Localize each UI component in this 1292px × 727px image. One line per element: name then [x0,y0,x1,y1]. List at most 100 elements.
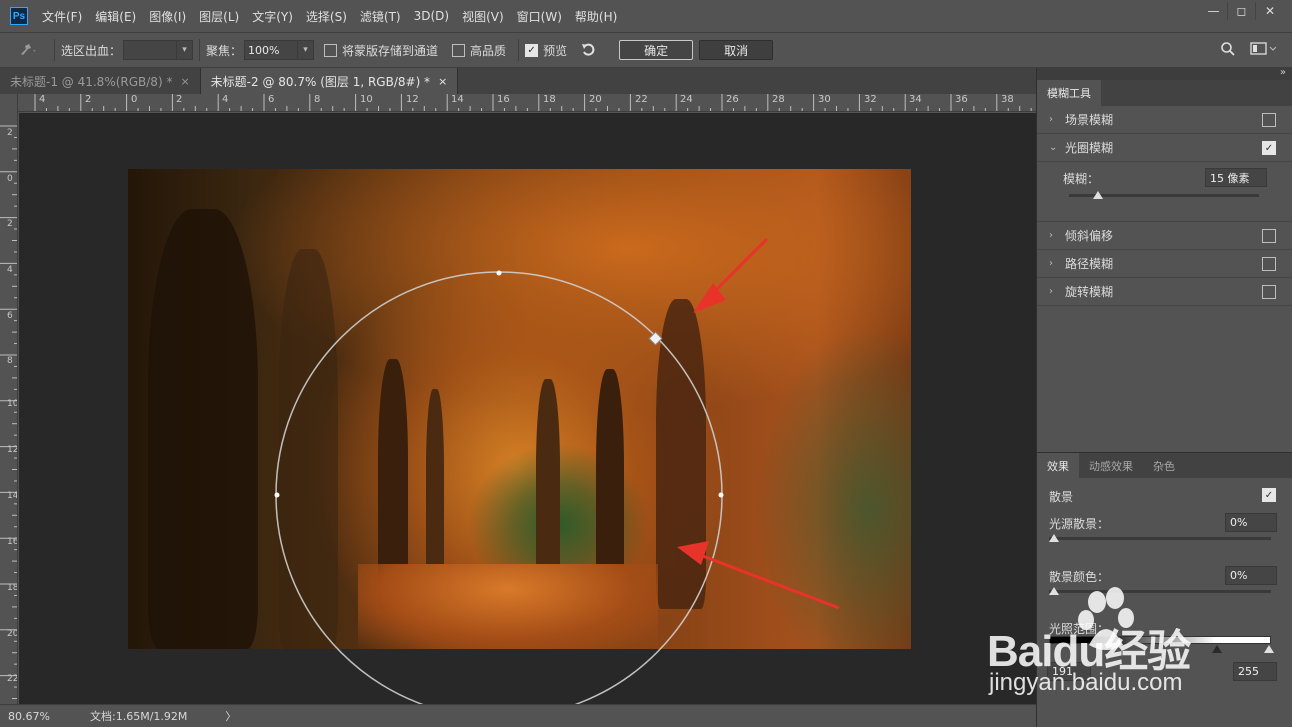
light-range-high-thumb[interactable] [1264,645,1274,653]
blur-item-spin[interactable]: › 旋转模糊 [1037,278,1292,306]
collapse-panel-icon[interactable]: » [1280,67,1286,78]
high-quality-checkbox[interactable] [452,43,466,57]
ruler-tick-label: 18 [543,94,556,105]
blur-item-label: 光圈模糊 [1065,141,1114,155]
menu-layer[interactable]: 图层(L) [199,8,239,25]
light-bokeh-thumb[interactable] [1049,534,1059,542]
path-blur-checkbox[interactable] [1262,257,1276,271]
focus-value: 100% [248,43,280,57]
menu-file[interactable]: 文件(F) [42,8,82,25]
tab-document-1[interactable]: 未标题-1 @ 41.8%(RGB/8) * × [0,68,201,94]
ruler-tick-label: 28 [772,94,785,105]
document-tab-bar: 未标题-1 @ 41.8%(RGB/8) * × 未标题-2 @ 80.7% (… [0,68,1036,94]
bokeh-checkbox[interactable]: ✓ [1262,488,1276,502]
ruler-tick-label: 14 [7,491,18,501]
pin-tool-icon[interactable] [8,38,48,62]
light-range-label: 光照范围： [1049,622,1110,636]
light-range-high-input[interactable]: 255 [1233,662,1277,681]
ruler-tick-label: 24 [680,94,693,105]
chevron-down-icon: ▾ [297,41,313,59]
bokeh-label: 散景 [1049,490,1074,504]
search-icon[interactable] [1220,41,1236,60]
bokeh-color-label: 散景颜色： [1049,570,1110,584]
ruler-tick-label: 16 [7,537,18,547]
chevron-right-icon: › [1049,286,1053,297]
bokeh-color-input[interactable]: 0% [1225,566,1277,585]
document-canvas[interactable] [19,113,1036,704]
preview-label: 预览 [543,43,568,58]
light-range-low-input[interactable]: 191 [1047,662,1091,681]
iris-blur-checkbox[interactable]: ✓ [1262,141,1276,155]
light-range-gradient[interactable] [1049,636,1271,644]
zoom-level[interactable]: 80.67% [8,710,60,723]
status-bar: 80.67% 文档:1.65M/1.92M 〉 [0,704,1036,727]
field-blur-checkbox[interactable] [1262,113,1276,127]
tab-blur-tools[interactable]: 模糊工具 [1037,80,1101,106]
tilt-shift-checkbox[interactable] [1262,229,1276,243]
ruler-tick-label: 20 [589,94,602,105]
close-icon[interactable]: × [438,75,447,88]
bokeh-color-thumb[interactable] [1049,587,1059,595]
chevron-right-icon: › [1049,230,1053,241]
ruler-tick-label: 4 [39,94,46,105]
light-bokeh-slider[interactable] [1049,537,1271,540]
document-size: 文档:1.65M/1.92M [90,710,188,723]
photoshop-logo: Ps [10,7,28,25]
menu-view[interactable]: 视图(V) [462,8,504,25]
focus-combo[interactable]: 100% ▾ [244,40,315,60]
window-controls: — ◻ ✕ [1200,2,1284,20]
menu-select[interactable]: 选择(S) [306,8,347,25]
tab-noise[interactable]: 杂色 [1143,453,1185,479]
blur-item-field[interactable]: › 场景模糊 [1037,106,1292,134]
preview-checkbox[interactable]: ✓ [525,43,539,57]
ruler-tick-label: 34 [909,94,922,105]
status-arrow-icon[interactable]: 〉 [225,708,236,724]
menu-edit[interactable]: 编辑(E) [95,8,136,25]
reset-icon[interactable] [579,43,599,57]
restore-button[interactable]: ◻ [1228,2,1256,20]
light-range-low-thumb[interactable] [1212,645,1222,653]
menu-image[interactable]: 图像(I) [149,8,186,25]
blur-item-label: 旋转模糊 [1065,285,1114,299]
effects-section: 效果 动感效果 杂色 散景 ✓ 光源散景： 0% 散景颜色： 0% 光照范围： … [1037,452,1292,727]
close-window-button[interactable]: ✕ [1256,2,1284,20]
ruler-tick-label: 12 [7,445,18,455]
blur-slider-thumb[interactable] [1092,191,1103,199]
blur-item-path[interactable]: › 路径模糊 [1037,250,1292,278]
chevron-right-icon: › [1049,258,1053,269]
menu-window[interactable]: 窗口(W) [517,8,562,25]
spin-blur-checkbox[interactable] [1262,285,1276,299]
selection-bleed-combo[interactable]: ▾ [123,40,194,60]
iris-blur-overlay[interactable] [19,113,1036,704]
menu-filter[interactable]: 滤镜(T) [360,8,401,25]
blur-amount-input[interactable]: 15 像素 [1205,168,1267,187]
ruler-vertical: 2 0 2 4 6 8 10 12 14 16 18 20 22 [0,94,18,704]
tab-document-2[interactable]: 未标题-2 @ 80.7% (图层 1, RGB/8#) * × [200,68,459,94]
ruler-tick-label: 18 [7,583,18,593]
menu-3d[interactable]: 3D(D) [414,9,449,23]
high-quality-label: 高品质 [470,43,507,58]
blur-item-iris[interactable]: ⌄ 光圈模糊 ✓ [1037,134,1292,162]
tab-motion-effects[interactable]: 动感效果 [1079,453,1143,479]
tab-label: 未标题-1 @ 41.8%(RGB/8) * [10,74,173,89]
light-bokeh-input[interactable]: 0% [1225,513,1277,532]
menu-help[interactable]: 帮助(H) [575,8,617,25]
bokeh-color-slider[interactable] [1049,590,1271,593]
ruler-tick-label: 4 [7,265,13,275]
selection-bleed-label: 选区出血： [61,43,122,58]
workspace-icon[interactable] [1250,42,1276,56]
ruler-tick-label: 30 [818,94,831,105]
cancel-button[interactable]: 取消 [699,40,774,60]
tab-effects[interactable]: 效果 [1037,453,1079,479]
ruler-tick-label: 20 [7,629,18,639]
blur-item-label: 场景模糊 [1065,113,1114,127]
menu-type[interactable]: 文字(Y) [252,8,293,25]
blur-item-tilt-shift[interactable]: › 倾斜偏移 [1037,222,1292,250]
save-mask-checkbox[interactable] [324,43,338,57]
close-icon[interactable]: × [180,75,189,88]
ruler-tick-label: 2 [176,94,183,105]
ruler-tick-label: 10 [360,94,373,105]
ruler-tick-label: 12 [406,94,419,105]
ok-button[interactable]: 确定 [619,40,694,60]
minimize-button[interactable]: — [1200,2,1228,20]
